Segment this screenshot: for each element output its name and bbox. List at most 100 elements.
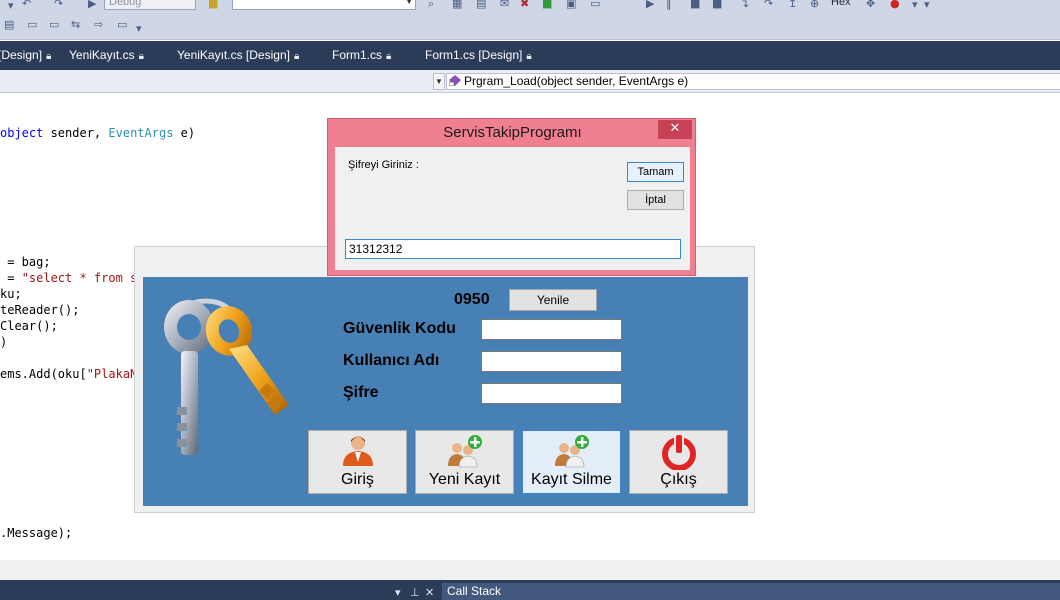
code-text: = xyxy=(0,271,22,285)
code-line: = "select * from s xyxy=(0,270,137,286)
pin-icon[interactable]: ⊥ xyxy=(410,586,420,599)
username-input[interactable] xyxy=(481,351,622,372)
exit-button[interactable]: Çıkış xyxy=(629,430,728,494)
screen-icon[interactable]: ▭ xyxy=(590,0,600,10)
clear-bookmark-icon[interactable]: ▭ xyxy=(117,19,127,31)
checkin-icon[interactable]: ■ xyxy=(542,0,552,10)
code-line: object sender, EventArgs e) xyxy=(0,125,195,141)
chevron-down-icon[interactable]: ▾ xyxy=(912,0,918,11)
login-button[interactable]: Giriş xyxy=(308,430,407,494)
undo-icon[interactable]: ↶ xyxy=(22,0,31,10)
tab-label: YeniKayıt.cs xyxy=(69,48,135,62)
code-line: Clear(); xyxy=(0,319,58,333)
chevron-down-icon[interactable]: ▾ xyxy=(395,586,401,599)
code-line: ems.Add(oku["PlakaN xyxy=(0,366,137,382)
code-line: .Message); xyxy=(0,526,73,540)
step-over-icon[interactable]: ↷ xyxy=(764,0,773,10)
delete-record-button[interactable]: Kayıt Silme xyxy=(522,430,621,494)
security-code-input[interactable] xyxy=(481,319,622,340)
keyword: object xyxy=(0,126,44,140)
play-icon[interactable]: ▶ xyxy=(88,0,96,10)
new-record-button[interactable]: Yeni Kayıt xyxy=(415,430,514,494)
comment-icon[interactable]: ▭ xyxy=(27,19,37,31)
string-literal: "PlakaN xyxy=(86,367,138,381)
login-panel: 0950 Yenile Güvenlik Kodu Kullanıcı Adı … xyxy=(143,277,748,506)
call-stack-tab[interactable]: Call Stack xyxy=(442,583,1060,600)
chevron-down-icon[interactable]: ▾ xyxy=(8,0,14,12)
overflow-icon[interactable]: ▾ xyxy=(924,0,930,11)
step-icon[interactable]: ▶ xyxy=(646,0,654,10)
pause-icon[interactable]: ‖ xyxy=(666,0,672,10)
window-icon[interactable]: ▣ xyxy=(566,0,576,10)
code-text: e) xyxy=(173,126,196,140)
toolbox-icon[interactable]: ✉ xyxy=(500,0,509,10)
find-combo[interactable]: ▼ xyxy=(232,0,416,10)
tab-label: [Design] xyxy=(0,48,43,62)
password-label: Şifre xyxy=(343,384,379,401)
next-bookmark-icon[interactable]: ⇨ xyxy=(94,19,103,31)
chevron-down-icon[interactable]: ▼ xyxy=(433,73,445,90)
overflow-icon[interactable]: ▾ xyxy=(136,23,142,35)
chevron-down-icon[interactable]: ▼ xyxy=(405,0,413,6)
stop-icon[interactable]: ■ xyxy=(690,0,700,10)
toolbar-top: ▾ ↶ ↷ ▶ Debug ■ ▼ ⌕ ▦ ▤ ✉ ✖ ■ ▣ ▭ ▶ ‖ ■ … xyxy=(0,0,1060,14)
tools-icon[interactable]: ✖ xyxy=(520,0,529,10)
tab-yenikayit-cs[interactable]: YeniKayıt.cs 🔒︎ xyxy=(69,48,144,66)
method-icon xyxy=(449,75,461,86)
code-line: ku; xyxy=(0,287,22,301)
properties-icon[interactable]: ▤ xyxy=(476,0,486,10)
add-users-icon xyxy=(448,435,482,468)
restart-icon[interactable]: ■ xyxy=(712,0,722,10)
folder-icon[interactable]: ■ xyxy=(208,0,218,10)
lock-icon: 🔒︎ xyxy=(293,51,300,62)
refresh-button[interactable]: Yenile xyxy=(509,289,597,311)
close-icon[interactable]: ✕ xyxy=(658,120,692,139)
lock-icon: 🔒︎ xyxy=(386,51,392,62)
redo-icon[interactable]: ↷ xyxy=(54,0,63,10)
login-label: Giriş xyxy=(341,471,374,488)
add-users-icon xyxy=(555,435,589,468)
keys-icon xyxy=(164,298,287,455)
password-input[interactable] xyxy=(481,383,622,404)
string-literal: "select * from s xyxy=(21,271,138,285)
config-select[interactable]: Debug xyxy=(104,0,196,10)
tab-label: Form1.cs [Design] xyxy=(425,48,523,62)
tab-label: YeniKayıt.cs [Design] xyxy=(177,48,290,62)
type-name: EventArgs xyxy=(108,126,174,140)
tab-form1-design[interactable]: Form1.cs [Design] 🔒︎ xyxy=(425,48,532,66)
breakpoint-icon[interactable]: ⊕ xyxy=(810,0,819,10)
user-icon xyxy=(343,436,373,466)
close-icon[interactable]: ✕ xyxy=(425,586,434,599)
step-into-icon[interactable]: ↴ xyxy=(740,0,749,10)
uncomment-icon[interactable]: ▭ xyxy=(49,19,59,31)
exit-label: Çıkış xyxy=(660,471,697,488)
username-label: Kullanıcı Adı xyxy=(343,352,440,369)
password-input-field[interactable]: 31312312 xyxy=(345,239,681,259)
editor-hscroll-area xyxy=(0,560,1060,580)
ok-button[interactable]: Tamam xyxy=(627,162,684,182)
cancel-button[interactable]: İptal xyxy=(627,190,684,210)
new-record-label: Yeni Kayıt xyxy=(428,471,501,488)
lock-icon: 🔒︎ xyxy=(46,51,52,62)
code-text: ems.Add(oku[ xyxy=(0,367,87,381)
document-tabs: [Design] 🔒︎ YeniKayıt.cs 🔒︎ YeniKayıt.cs [… xyxy=(0,41,1060,70)
hex-label[interactable]: Hex xyxy=(831,0,851,8)
exception-icon[interactable]: ● xyxy=(890,0,900,10)
threads-icon[interactable]: ✥ xyxy=(866,0,875,10)
password-dialog: ServisTakipProgramı ✕ Şifreyi Giriniz : … xyxy=(327,118,696,276)
step-out-icon[interactable]: ↥ xyxy=(788,0,797,10)
navigation-bar: ▼ Prgram_Load(object sender, EventArgs e… xyxy=(0,70,1060,93)
tab-design-partial[interactable]: [Design] 🔒︎ xyxy=(0,48,51,66)
code-line: teReader(); xyxy=(0,303,80,317)
lock-icon: 🔒︎ xyxy=(526,51,532,62)
tab-yenikayit-design[interactable]: YeniKayıt.cs [Design] 🔒︎ xyxy=(177,48,299,66)
solution-icon[interactable]: ▦ xyxy=(452,0,462,10)
code-line: ) xyxy=(0,335,8,349)
indent-icon[interactable]: ▤ xyxy=(4,19,14,31)
method-dropdown[interactable]: Prgram_Load(object sender, EventArgs e) xyxy=(446,73,1060,90)
bookmark-icon[interactable]: ⇆ xyxy=(71,19,80,31)
find-icon[interactable]: ⌕ xyxy=(428,0,434,10)
tab-form1-cs[interactable]: Form1.cs 🔒︎ xyxy=(332,48,391,66)
code-text: sender, xyxy=(43,126,109,140)
security-code-label: Güvenlik Kodu xyxy=(343,320,456,337)
